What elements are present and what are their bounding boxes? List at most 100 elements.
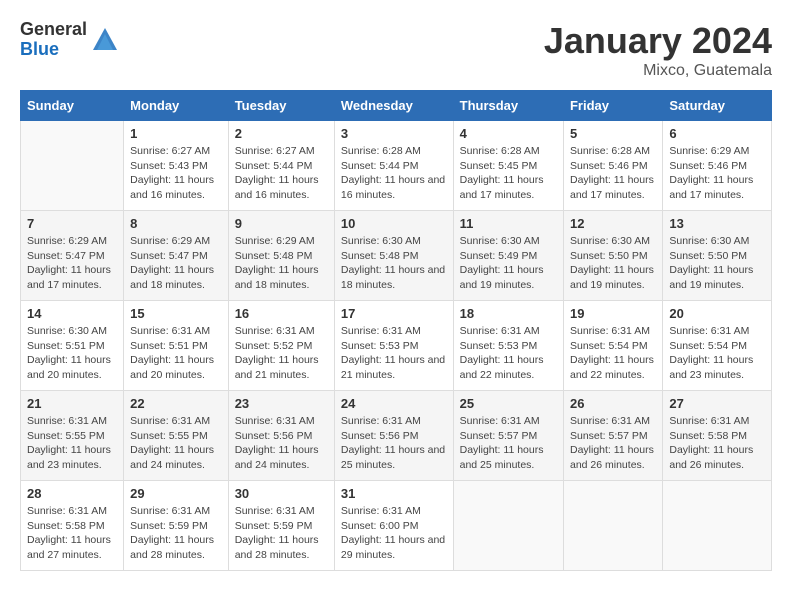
day-number: 22 (130, 396, 222, 411)
day-number: 5 (570, 126, 656, 141)
calendar-cell: 29 Sunrise: 6:31 AMSunset: 5:59 PMDaylig… (124, 481, 229, 571)
day-number: 13 (669, 216, 765, 231)
calendar-cell: 20 Sunrise: 6:31 AMSunset: 5:54 PMDaylig… (663, 301, 772, 391)
calendar-cell: 19 Sunrise: 6:31 AMSunset: 5:54 PMDaylig… (563, 301, 662, 391)
day-detail: Sunrise: 6:31 AMSunset: 5:59 PMDaylight:… (235, 504, 328, 563)
day-detail: Sunrise: 6:28 AMSunset: 5:45 PMDaylight:… (460, 144, 557, 203)
day-number: 8 (130, 216, 222, 231)
day-detail: Sunrise: 6:27 AMSunset: 5:43 PMDaylight:… (130, 144, 222, 203)
calendar-cell: 3 Sunrise: 6:28 AMSunset: 5:44 PMDayligh… (334, 121, 453, 211)
day-number: 7 (27, 216, 117, 231)
weekday-header: Wednesday (334, 91, 453, 121)
day-detail: Sunrise: 6:31 AMSunset: 5:53 PMDaylight:… (460, 324, 557, 383)
calendar-cell: 4 Sunrise: 6:28 AMSunset: 5:45 PMDayligh… (453, 121, 563, 211)
calendar-cell (663, 481, 772, 571)
weekday-header: Monday (124, 91, 229, 121)
logo-blue: Blue (20, 40, 87, 60)
day-number: 25 (460, 396, 557, 411)
day-number: 17 (341, 306, 447, 321)
day-detail: Sunrise: 6:30 AMSunset: 5:50 PMDaylight:… (669, 234, 765, 293)
calendar-cell: 8 Sunrise: 6:29 AMSunset: 5:47 PMDayligh… (124, 211, 229, 301)
calendar-cell: 23 Sunrise: 6:31 AMSunset: 5:56 PMDaylig… (228, 391, 334, 481)
day-number: 20 (669, 306, 765, 321)
day-number: 19 (570, 306, 656, 321)
weekday-header: Saturday (663, 91, 772, 121)
page-header: General Blue January 2024 Mixco, Guatema… (20, 20, 772, 80)
day-detail: Sunrise: 6:31 AMSunset: 5:57 PMDaylight:… (460, 414, 557, 473)
day-number: 9 (235, 216, 328, 231)
calendar-cell: 7 Sunrise: 6:29 AMSunset: 5:47 PMDayligh… (21, 211, 124, 301)
day-number: 15 (130, 306, 222, 321)
day-number: 29 (130, 486, 222, 501)
calendar-header: SundayMondayTuesdayWednesdayThursdayFrid… (21, 91, 772, 121)
day-number: 31 (341, 486, 447, 501)
day-number: 26 (570, 396, 656, 411)
day-number: 1 (130, 126, 222, 141)
calendar-cell: 2 Sunrise: 6:27 AMSunset: 5:44 PMDayligh… (228, 121, 334, 211)
day-number: 23 (235, 396, 328, 411)
calendar-cell: 9 Sunrise: 6:29 AMSunset: 5:48 PMDayligh… (228, 211, 334, 301)
calendar-week-row: 28 Sunrise: 6:31 AMSunset: 5:58 PMDaylig… (21, 481, 772, 571)
weekday-header: Friday (563, 91, 662, 121)
calendar-cell: 18 Sunrise: 6:31 AMSunset: 5:53 PMDaylig… (453, 301, 563, 391)
calendar-cell: 25 Sunrise: 6:31 AMSunset: 5:57 PMDaylig… (453, 391, 563, 481)
day-number: 3 (341, 126, 447, 141)
day-number: 2 (235, 126, 328, 141)
weekday-header: Thursday (453, 91, 563, 121)
day-detail: Sunrise: 6:31 AMSunset: 6:00 PMDaylight:… (341, 504, 447, 563)
calendar-cell (453, 481, 563, 571)
day-number: 12 (570, 216, 656, 231)
calendar-cell: 16 Sunrise: 6:31 AMSunset: 5:52 PMDaylig… (228, 301, 334, 391)
day-detail: Sunrise: 6:28 AMSunset: 5:46 PMDaylight:… (570, 144, 656, 203)
day-number: 11 (460, 216, 557, 231)
day-number: 18 (460, 306, 557, 321)
day-detail: Sunrise: 6:27 AMSunset: 5:44 PMDaylight:… (235, 144, 328, 203)
calendar-week-row: 14 Sunrise: 6:30 AMSunset: 5:51 PMDaylig… (21, 301, 772, 391)
weekday-header: Sunday (21, 91, 124, 121)
calendar-cell: 31 Sunrise: 6:31 AMSunset: 6:00 PMDaylig… (334, 481, 453, 571)
calendar-cell: 14 Sunrise: 6:30 AMSunset: 5:51 PMDaylig… (21, 301, 124, 391)
calendar-cell: 1 Sunrise: 6:27 AMSunset: 5:43 PMDayligh… (124, 121, 229, 211)
day-detail: Sunrise: 6:31 AMSunset: 5:51 PMDaylight:… (130, 324, 222, 383)
day-number: 14 (27, 306, 117, 321)
day-detail: Sunrise: 6:30 AMSunset: 5:51 PMDaylight:… (27, 324, 117, 383)
calendar-cell: 30 Sunrise: 6:31 AMSunset: 5:59 PMDaylig… (228, 481, 334, 571)
day-detail: Sunrise: 6:31 AMSunset: 5:55 PMDaylight:… (27, 414, 117, 473)
calendar-body: 1 Sunrise: 6:27 AMSunset: 5:43 PMDayligh… (21, 121, 772, 571)
logo: General Blue (20, 20, 119, 60)
day-detail: Sunrise: 6:31 AMSunset: 5:56 PMDaylight:… (341, 414, 447, 473)
calendar-cell: 10 Sunrise: 6:30 AMSunset: 5:48 PMDaylig… (334, 211, 453, 301)
day-detail: Sunrise: 6:31 AMSunset: 5:59 PMDaylight:… (130, 504, 222, 563)
day-detail: Sunrise: 6:29 AMSunset: 5:46 PMDaylight:… (669, 144, 765, 203)
header-row: SundayMondayTuesdayWednesdayThursdayFrid… (21, 91, 772, 121)
day-number: 16 (235, 306, 328, 321)
day-number: 28 (27, 486, 117, 501)
day-detail: Sunrise: 6:31 AMSunset: 5:58 PMDaylight:… (669, 414, 765, 473)
subtitle: Mixco, Guatemala (544, 62, 772, 80)
day-detail: Sunrise: 6:30 AMSunset: 5:48 PMDaylight:… (341, 234, 447, 293)
day-detail: Sunrise: 6:29 AMSunset: 5:47 PMDaylight:… (27, 234, 117, 293)
title-block: January 2024 Mixco, Guatemala (544, 20, 772, 80)
calendar-cell (563, 481, 662, 571)
day-detail: Sunrise: 6:31 AMSunset: 5:56 PMDaylight:… (235, 414, 328, 473)
day-number: 10 (341, 216, 447, 231)
weekday-header: Tuesday (228, 91, 334, 121)
calendar-cell: 26 Sunrise: 6:31 AMSunset: 5:57 PMDaylig… (563, 391, 662, 481)
calendar-cell: 22 Sunrise: 6:31 AMSunset: 5:55 PMDaylig… (124, 391, 229, 481)
day-detail: Sunrise: 6:31 AMSunset: 5:53 PMDaylight:… (341, 324, 447, 383)
calendar-cell: 13 Sunrise: 6:30 AMSunset: 5:50 PMDaylig… (663, 211, 772, 301)
day-number: 27 (669, 396, 765, 411)
day-detail: Sunrise: 6:31 AMSunset: 5:54 PMDaylight:… (570, 324, 656, 383)
day-number: 4 (460, 126, 557, 141)
day-detail: Sunrise: 6:31 AMSunset: 5:52 PMDaylight:… (235, 324, 328, 383)
main-title: January 2024 (544, 20, 772, 62)
day-number: 30 (235, 486, 328, 501)
calendar-week-row: 21 Sunrise: 6:31 AMSunset: 5:55 PMDaylig… (21, 391, 772, 481)
day-detail: Sunrise: 6:29 AMSunset: 5:47 PMDaylight:… (130, 234, 222, 293)
day-number: 21 (27, 396, 117, 411)
day-detail: Sunrise: 6:30 AMSunset: 5:49 PMDaylight:… (460, 234, 557, 293)
logo-general: General (20, 20, 87, 40)
day-detail: Sunrise: 6:29 AMSunset: 5:48 PMDaylight:… (235, 234, 328, 293)
day-detail: Sunrise: 6:28 AMSunset: 5:44 PMDaylight:… (341, 144, 447, 203)
calendar-cell: 24 Sunrise: 6:31 AMSunset: 5:56 PMDaylig… (334, 391, 453, 481)
